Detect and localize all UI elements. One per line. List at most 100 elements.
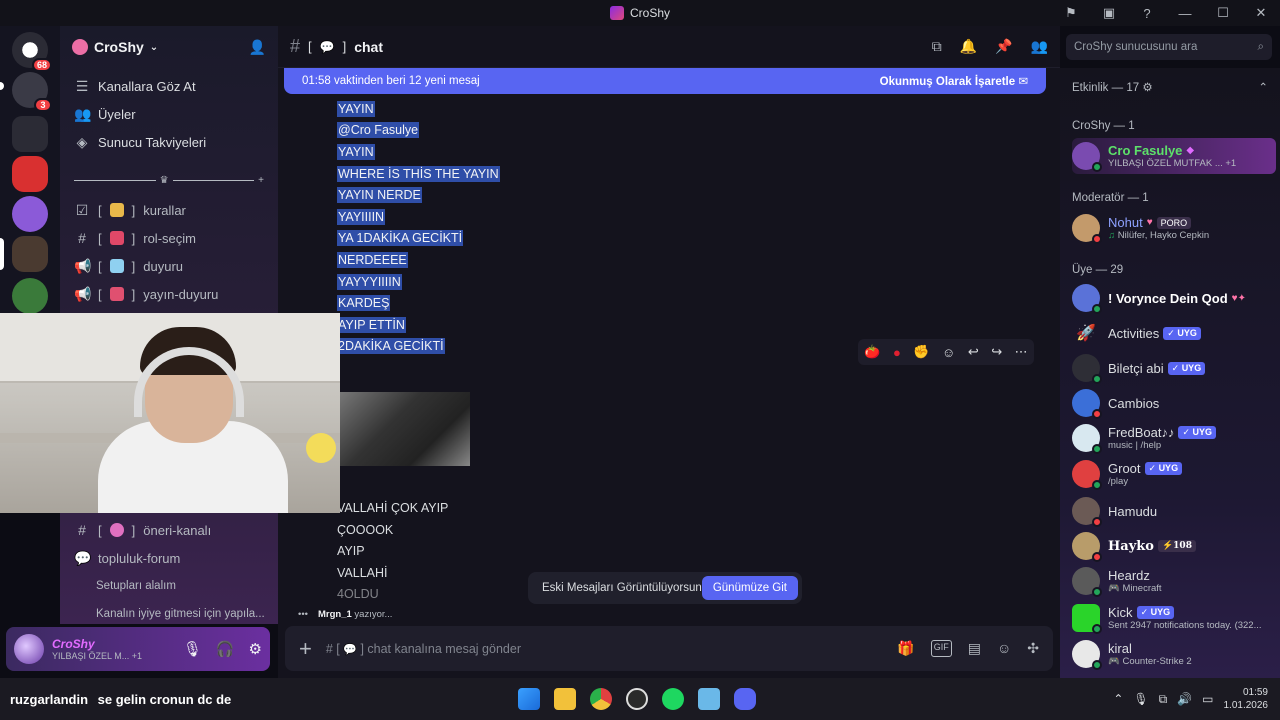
file-explorer-icon[interactable] [554, 688, 576, 710]
windows-start-icon[interactable] [518, 688, 540, 710]
close-button[interactable]: ✕ [1242, 0, 1280, 26]
chevron-up-icon[interactable]: ⌃ [1113, 692, 1123, 706]
member-item[interactable]: Heardz 🎮 Minecraft [1072, 563, 1276, 599]
member-item[interactable]: Nohut ♥ PORO ♫ Nilüfer, Hayko Cepkin [1072, 210, 1276, 246]
member-item[interactable]: Cambios [1072, 385, 1276, 421]
channel-topluluk-forum[interactable]: 💬 topluluk-forum [60, 544, 278, 572]
server-icon-croshy[interactable] [12, 236, 48, 272]
pin-icon[interactable]: 📌 [995, 38, 1012, 55]
sticker-icon[interactable]: ▤ [968, 640, 981, 657]
message[interactable]: ÇOOOOK [337, 519, 1037, 541]
activity-header[interactable]: Etkinlik — 17 ⚙ ⌃ [1060, 80, 1280, 94]
message[interactable]: YAYIN NERDE [337, 184, 1037, 206]
volume-icon[interactable]: 🔊 [1177, 692, 1192, 706]
message[interactable]: AYIP [337, 540, 1037, 562]
apps-icon[interactable]: ✣ [1027, 640, 1039, 657]
message-composer[interactable]: + # [ 💬 ] chat kanalına mesaj gönder 🎁 G… [285, 626, 1053, 671]
category-divider[interactable]: ♛ + [60, 168, 278, 192]
browse-channels[interactable]: ☰ Kanallara Göz At [60, 72, 278, 100]
channel-rol-secim[interactable]: # [ ] rol-seçim [60, 224, 278, 252]
thread-kanal[interactable]: Kanalın iyiye gitmesi için yapıla... [60, 600, 278, 628]
message[interactable]: KARDEŞ [337, 292, 1037, 314]
gear-icon[interactable]: ⚙ [249, 640, 262, 658]
message[interactable]: YAYIIIIN [337, 206, 1037, 228]
server-icon-dm[interactable]: 68 [12, 32, 52, 72]
inbox-icon[interactable]: ▣ [1090, 0, 1128, 26]
add-reaction-icon[interactable]: ☺ [942, 345, 955, 360]
add-attachment-button[interactable]: + [299, 636, 312, 662]
chrome-icon[interactable] [590, 688, 612, 710]
member-item[interactable]: Biletçi abi ✓ UYG [1072, 350, 1276, 386]
mention[interactable]: @Cro Fasulye [337, 122, 420, 139]
more-icon[interactable]: ⋯ [1015, 344, 1028, 360]
member-list-icon[interactable]: 👥 [1031, 38, 1048, 55]
channel-kurallar[interactable]: ☑ [ ] kurallar [60, 196, 278, 224]
message[interactable]: AYIP ETTİN [337, 314, 1037, 336]
server-icon-4[interactable] [12, 196, 48, 232]
gif-icon[interactable]: GIF [930, 640, 952, 657]
server-icon-1[interactable]: 3 [12, 72, 52, 112]
message[interactable]: @Cro Fasulye [337, 120, 1037, 142]
message[interactable]: YA 1DAKİKA GECİKTİ [337, 228, 1037, 250]
channel-yayin-duyuru[interactable]: 📢 [ ] yayın-duyuru [60, 280, 278, 308]
network-icon[interactable]: ⧉ [1159, 692, 1168, 707]
brain-icon [109, 523, 124, 537]
message[interactable]: VALLAHİ ÇOK AYIP [337, 497, 1037, 519]
minimize-button[interactable]: — [1166, 0, 1204, 26]
member-item[interactable]: Kick ✓ UYG Sent 2947 notifications today.… [1072, 600, 1276, 636]
clock[interactable]: 01:59 1.01.2026 [1224, 686, 1269, 712]
maximize-button[interactable]: ☐ [1204, 0, 1242, 26]
reaction-icon[interactable]: 🍅 [864, 344, 880, 360]
message[interactable]: YAYIN [337, 141, 1037, 163]
thread-setup[interactable]: Setupları alalım [60, 572, 278, 600]
spotify-icon[interactable] [662, 688, 684, 710]
reply-icon[interactable]: ↩ [968, 344, 979, 360]
member-item[interactable]: kiral 🎮 Counter-Strike 2 [1072, 636, 1276, 672]
member-item[interactable]: Groot ✓ UYG /play [1072, 456, 1276, 492]
message[interactable]: WHERE İS THİS THE YAYIN [337, 163, 1037, 185]
search-input[interactable]: CroShy sunucusunu ara [1074, 41, 1197, 53]
members-link[interactable]: 👥 Üyeler [60, 100, 278, 128]
jump-to-present-button[interactable]: Günümüze Git [701, 576, 798, 600]
member-item[interactable]: Hayko ⚡108 [1072, 528, 1276, 564]
forward-icon[interactable]: ↪ [991, 344, 1002, 360]
avatar[interactable] [14, 634, 44, 664]
message[interactable]: YAYIN [337, 98, 1037, 120]
username[interactable]: CroShy [52, 637, 175, 651]
flag-icon[interactable]: ⚑ [1052, 0, 1090, 26]
headphones-icon[interactable]: 🎧 [216, 640, 235, 658]
member-item[interactable]: FredBoat♪♪ ✓ UYG music | /help [1072, 420, 1276, 456]
mark-read-button[interactable]: Okunmuş Olarak İşaretle ✉ [880, 74, 1028, 88]
message-input[interactable]: # [ 💬 ] chat kanalına mesaj gönder [326, 642, 883, 656]
help-icon[interactable]: ? [1128, 0, 1166, 26]
microphone-icon[interactable]: 🎙 [183, 640, 202, 658]
channel-oneri-kanali[interactable]: # [ ] öneri-kanalı [60, 516, 278, 544]
message[interactable]: YAYYYIIIIN [337, 271, 1037, 293]
fist-reaction-icon[interactable]: ✊ [913, 344, 929, 360]
gift-icon[interactable]: 🎁 [897, 640, 914, 657]
bell-icon[interactable]: 🔔 [960, 38, 977, 55]
discord-icon[interactable] [734, 688, 756, 710]
channel-duyuru[interactable]: 📢 [ ] duyuru [60, 252, 278, 280]
obs-icon[interactable] [626, 688, 648, 710]
invite-icon[interactable]: 👤 [249, 39, 266, 56]
server-icon-6[interactable] [12, 278, 48, 314]
battery-icon[interactable]: ▭ [1202, 692, 1213, 706]
server-icon-2[interactable] [12, 116, 48, 152]
member-item[interactable]: 🚀 Activities ✓ UYG [1072, 315, 1276, 351]
microphone-icon[interactable]: 🎙 [1133, 692, 1148, 706]
member-item[interactable]: Cro Fasulye ◆ YILBAŞI ÖZEL MUTFAK ... +1 [1072, 138, 1276, 174]
member-item[interactable]: Hamudu [1072, 493, 1276, 529]
server-boosts[interactable]: ◈ Sunucu Takviyeleri [60, 128, 278, 156]
server-icon-3[interactable] [12, 156, 48, 192]
image-attachment[interactable] [340, 392, 470, 466]
server-header[interactable]: CroShy ⌄ 👤 [60, 26, 278, 68]
server-search[interactable]: CroShy sunucusunu ara ⌕ [1066, 34, 1272, 60]
member-item[interactable]: ! Vorynce Dein Qod ♥✦ [1072, 280, 1276, 316]
stop-reaction-icon[interactable]: ● [893, 345, 901, 360]
new-messages-bar[interactable]: 01:58 vaktinden beri 12 yeni mesaj Okunm… [284, 68, 1046, 94]
threads-icon[interactable]: ⧉ [932, 38, 942, 55]
message[interactable]: NERDEEEE [337, 249, 1037, 271]
emoji-icon[interactable]: ☺ [997, 640, 1011, 657]
notepad-icon[interactable] [698, 688, 720, 710]
